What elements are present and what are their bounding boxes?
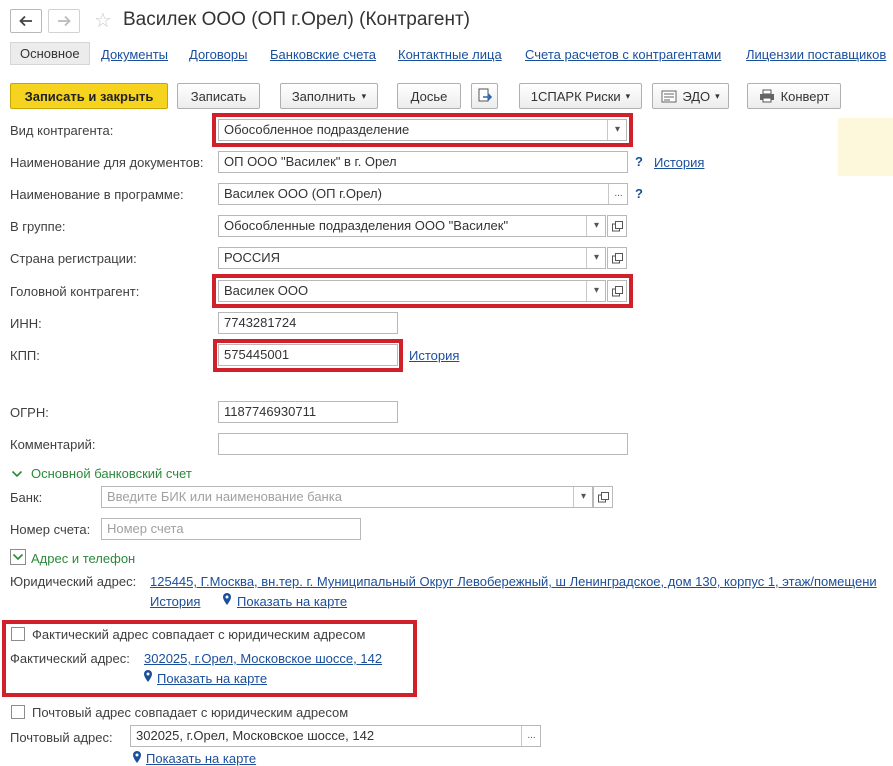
- export-button[interactable]: [471, 83, 498, 109]
- ogrn-value: 1187746930711: [224, 404, 317, 419]
- dropdown-icon[interactable]: ▾: [586, 248, 605, 268]
- legal-address-history-link[interactable]: История: [150, 594, 200, 609]
- inn-value: 7743281724: [224, 315, 297, 330]
- postal-same-label: Почтовый адрес совпадает с юридическим а…: [32, 705, 349, 720]
- envelope-label: Конверт: [780, 88, 830, 104]
- kpp-label: КПП:: [10, 348, 40, 363]
- tab-settlement-accounts[interactable]: Счета расчетов с контрагентами: [525, 47, 721, 62]
- page-title: Василек ООО (ОП г.Орел) (Контрагент): [123, 9, 471, 30]
- parent-label: Головной контрагент:: [10, 284, 140, 299]
- comment-label: Комментарий:: [10, 437, 96, 452]
- progname-label: Наименование в программе:: [10, 187, 184, 202]
- ellipsis-icon[interactable]: ...: [608, 184, 627, 204]
- chevron-down-icon: ▾: [625, 90, 631, 101]
- postal-address-value: 302025, г.Орел, Московское шоссе, 142: [136, 728, 375, 743]
- tab-contact-persons[interactable]: Контактные лица: [398, 47, 502, 62]
- fill-button-label: Заполнить: [291, 88, 356, 104]
- ellipsis-icon[interactable]: ...: [521, 726, 540, 746]
- postal-same-checkbox[interactable]: [11, 705, 25, 719]
- postal-show-map-link[interactable]: Показать на карте: [146, 751, 256, 766]
- inn-label: ИНН:: [10, 316, 42, 331]
- edo-button[interactable]: ЭДО ▾: [652, 83, 729, 109]
- edo-icon: [661, 90, 677, 102]
- progname-input[interactable]: Василек ООО (ОП г.Орел) ...: [218, 183, 628, 205]
- dropdown-icon[interactable]: ▾: [586, 216, 605, 236]
- collapse-chevron-icon[interactable]: [10, 549, 26, 565]
- tab-main[interactable]: Основное: [10, 42, 90, 65]
- progname-value: Василек ООО (ОП г.Орел): [224, 186, 382, 201]
- back-button[interactable]: [10, 9, 42, 33]
- save-close-button[interactable]: Записать и закрыть: [10, 83, 168, 109]
- account-label: Номер счета:: [10, 522, 91, 537]
- favorite-star-icon[interactable]: ☆: [94, 8, 112, 33]
- open-bank-button[interactable]: [593, 486, 613, 508]
- address-section-title[interactable]: Адрес и телефон: [31, 551, 135, 566]
- highlight-frame: [212, 113, 633, 147]
- open-window-icon: [611, 252, 623, 263]
- docname-input[interactable]: ОП ООО "Василек" в г. Орел: [218, 151, 628, 173]
- map-pin-icon: [133, 751, 141, 763]
- account-placeholder: Номер счета: [107, 521, 184, 536]
- group-label: В группе:: [10, 219, 66, 234]
- account-input[interactable]: Номер счета: [101, 518, 361, 540]
- docname-history-link[interactable]: История: [654, 155, 704, 170]
- docname-value: ОП ООО "Василек" в г. Орел: [224, 154, 397, 169]
- spark-risks-label: 1СПАРК Риски: [530, 88, 621, 104]
- group-value: Обособленные подразделения ООО "Василек": [224, 218, 509, 233]
- forward-button[interactable]: [48, 9, 80, 33]
- open-window-icon: [597, 491, 609, 502]
- chevron-down-icon: ▾: [361, 90, 367, 101]
- country-value: РОССИЯ: [224, 250, 281, 265]
- ogrn-input[interactable]: 1187746930711: [218, 401, 398, 423]
- ogrn-label: ОГРН:: [10, 405, 49, 420]
- tab-contracts[interactable]: Договоры: [189, 47, 247, 62]
- dossier-button[interactable]: Досье: [397, 83, 461, 109]
- country-select[interactable]: РОССИЯ ▾: [218, 247, 606, 269]
- tab-bank-accounts[interactable]: Банковские счета: [270, 47, 376, 62]
- printer-icon: [759, 89, 774, 103]
- bank-section-title[interactable]: Основной банковский счет: [31, 466, 192, 481]
- bank-placeholder: Введите БИК или наименование банка: [107, 489, 342, 504]
- tab-supplier-licenses[interactable]: Лицензии поставщиков: [746, 47, 886, 62]
- highlight-frame: [212, 274, 633, 308]
- legal-address-link[interactable]: 125445, Г.Москва, вн.тер. г. Муниципальн…: [150, 574, 877, 589]
- postal-address-input[interactable]: 302025, г.Орел, Московское шоссе, 142 ..…: [130, 725, 541, 747]
- open-window-icon: [611, 220, 623, 231]
- fill-button[interactable]: Заполнить ▾: [280, 83, 378, 109]
- docname-label: Наименование для документов:: [10, 155, 204, 170]
- tab-documents[interactable]: Документы: [101, 47, 168, 62]
- inn-input[interactable]: 7743281724: [218, 312, 398, 334]
- dropdown-icon[interactable]: ▾: [573, 487, 592, 507]
- kpp-history-link[interactable]: История: [409, 348, 459, 363]
- map-pin-icon: [223, 593, 231, 605]
- spark-risks-button[interactable]: 1СПАРК Риски ▾: [519, 83, 642, 109]
- arrow-right-icon: [58, 15, 71, 27]
- legal-show-map-link[interactable]: Показать на карте: [237, 594, 347, 609]
- bank-label: Банк:: [10, 490, 43, 505]
- group-select[interactable]: Обособленные подразделения ООО "Василек"…: [218, 215, 606, 237]
- country-label: Страна регистрации:: [10, 251, 137, 266]
- arrow-left-icon: [19, 15, 32, 27]
- envelope-button[interactable]: Конверт: [747, 83, 841, 109]
- collapse-chevron-icon[interactable]: [11, 467, 23, 482]
- highlight-frame: [213, 339, 403, 372]
- open-country-button[interactable]: [607, 247, 627, 269]
- edo-label: ЭДО: [682, 88, 711, 104]
- comment-input[interactable]: [218, 433, 628, 455]
- export-document-icon: [478, 88, 492, 102]
- save-button[interactable]: Записать: [177, 83, 260, 109]
- highlight-frame: [2, 620, 417, 697]
- chevron-down-icon: ▾: [715, 90, 720, 101]
- help-icon[interactable]: ?: [635, 154, 643, 169]
- legal-address-label: Юридический адрес:: [10, 574, 137, 589]
- bank-input[interactable]: Введите БИК или наименование банка ▾: [101, 486, 593, 508]
- open-group-button[interactable]: [607, 215, 627, 237]
- kind-label: Вид контрагента:: [10, 123, 114, 138]
- hint-panel: [838, 118, 893, 176]
- help-icon[interactable]: ?: [635, 186, 643, 201]
- postal-address-label: Почтовый адрес:: [10, 730, 113, 745]
